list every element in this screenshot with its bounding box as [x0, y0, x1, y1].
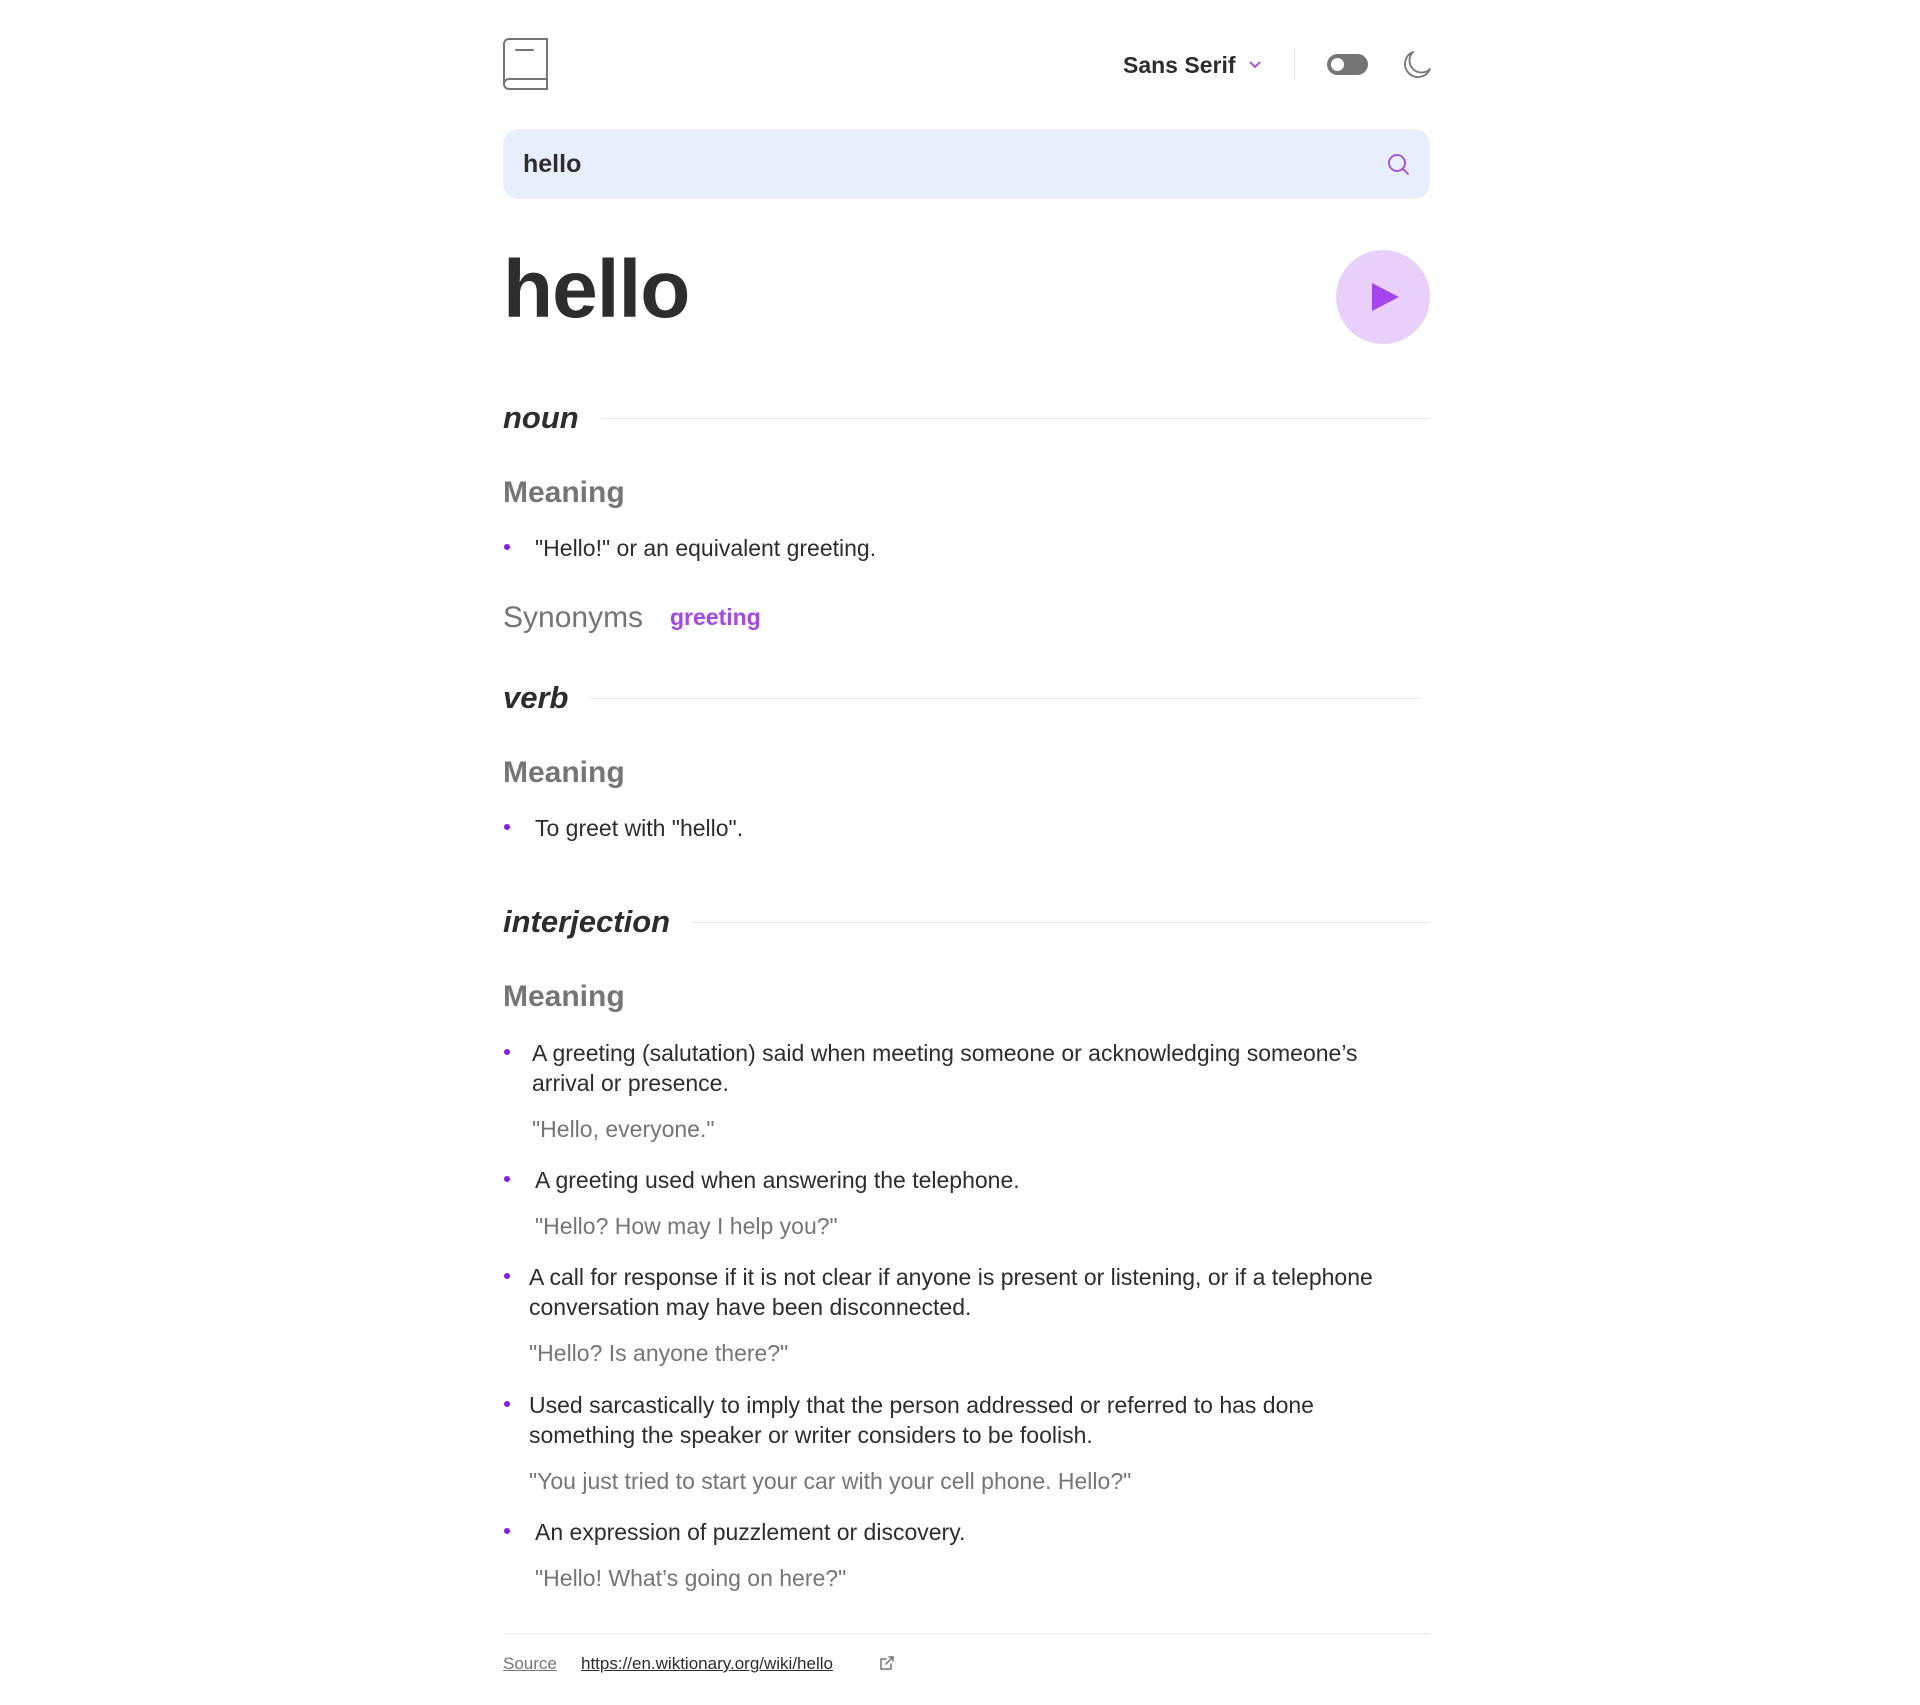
bullet [504, 1401, 510, 1407]
bullet [504, 1176, 510, 1182]
dictionary-app: Sans Serif hello noun Meaning [503, 0, 1432, 1705]
pos-noun: noun [503, 398, 1430, 438]
definition-item: A greeting used when answering the telep… [503, 1165, 1430, 1195]
header: Sans Serif [503, 38, 1432, 94]
source-link[interactable]: https://en.wiktionary.org/wiki/hello [581, 1654, 833, 1674]
bullet [504, 1273, 510, 1279]
section-divider [590, 697, 1421, 699]
footer-divider [503, 1633, 1430, 1634]
book-icon[interactable] [503, 38, 549, 90]
bullet [504, 1528, 510, 1534]
toggle-knob [1331, 58, 1344, 71]
definition-text: An expression of puzzlement or discovery… [535, 1519, 966, 1545]
section-divider [692, 921, 1430, 923]
search-icon[interactable] [1387, 153, 1410, 176]
bullet [504, 544, 510, 550]
definition-example: "Hello? How may I help you?" [535, 1213, 838, 1239]
definition-text: A greeting (salutation) said when meetin… [532, 1040, 1358, 1096]
word-title: hello [503, 244, 690, 335]
definition-text: Used sarcastically to imply that the per… [529, 1392, 1314, 1448]
theme-toggle[interactable] [1327, 54, 1368, 75]
meaning-heading: Meaning [503, 980, 625, 1013]
definition-example: "You just tried to start your car with y… [529, 1468, 1132, 1494]
definition-example: "Hello! What’s going on here?" [535, 1565, 847, 1591]
section-divider [600, 417, 1430, 419]
font-selector-label: Sans Serif [1123, 51, 1236, 78]
search-bar [503, 129, 1430, 199]
definition-item: An expression of puzzlement or discovery… [503, 1517, 1430, 1547]
definition-text: "Hello!" or an equivalent greeting. [535, 535, 877, 561]
definition-example: "Hello? Is anyone there?" [529, 1340, 789, 1366]
definition-item: "Hello!" or an equivalent greeting. [503, 533, 1430, 563]
font-selector[interactable]: Sans Serif [1123, 50, 1262, 80]
bullet [504, 1049, 510, 1055]
part-of-speech: interjection [503, 904, 671, 939]
chevron-down-icon [1248, 61, 1261, 69]
definition-text: A call for response if it is not clear i… [529, 1264, 1373, 1320]
meaning-heading: Meaning [503, 756, 625, 789]
moon-icon[interactable] [1402, 50, 1432, 80]
header-divider [1294, 48, 1295, 80]
synonym-link[interactable]: greeting [670, 604, 761, 631]
play-pronunciation-button[interactable] [1336, 250, 1430, 344]
external-link-icon[interactable] [879, 1655, 895, 1671]
definition-text: A greeting used when answering the telep… [535, 1167, 1020, 1193]
pos-verb: verb [503, 678, 1421, 718]
play-icon [1372, 283, 1399, 311]
bullet [504, 824, 510, 830]
pos-interjection: interjection [503, 902, 1430, 942]
definition-text: To greet with "hello". [535, 815, 744, 841]
definition-item: To greet with "hello". [503, 813, 1430, 843]
synonyms-label: Synonyms [503, 601, 644, 634]
part-of-speech: noun [503, 400, 579, 435]
definition-item: Used sarcastically to imply that the per… [503, 1390, 1430, 1450]
definition-item: A call for response if it is not clear i… [503, 1262, 1430, 1322]
definition-example: "Hello, everyone." [532, 1116, 715, 1142]
source-label: Source [503, 1654, 557, 1673]
search-input[interactable] [523, 129, 1363, 199]
meaning-heading: Meaning [503, 476, 625, 509]
definition-item: A greeting (salutation) said when meetin… [503, 1038, 1430, 1098]
part-of-speech: verb [503, 680, 569, 715]
